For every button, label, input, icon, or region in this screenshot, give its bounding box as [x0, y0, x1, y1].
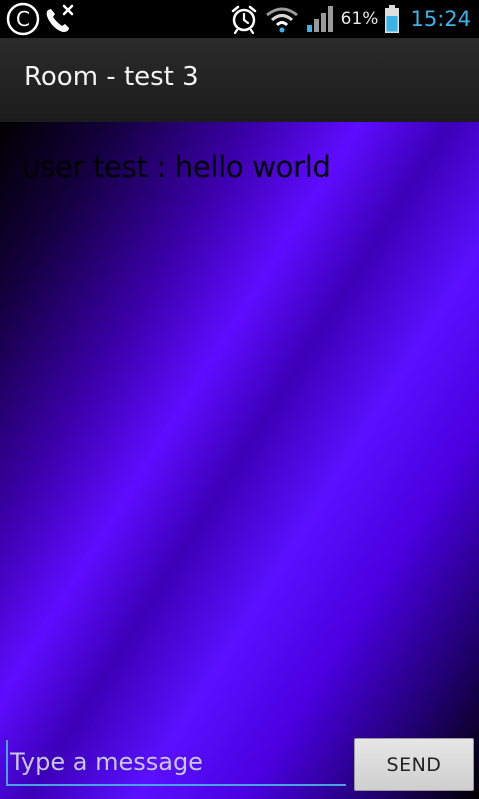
composer-bar: SEND	[0, 728, 479, 799]
c-circle-icon: C	[6, 2, 40, 36]
message-list: user test : hello world	[22, 150, 469, 184]
status-time: 15:24	[410, 7, 471, 31]
status-bar-notifications: C	[6, 2, 76, 36]
signal-icon	[305, 5, 335, 33]
page-title: Room - test 3	[24, 62, 199, 92]
action-bar: Room - test 3	[0, 38, 479, 123]
wifi-icon	[265, 5, 299, 33]
status-bar: C 61% 15:24	[0, 0, 479, 38]
svg-text:C: C	[16, 7, 30, 31]
missed-call-icon	[42, 2, 76, 36]
status-bar-system: 61% 15:24	[229, 0, 471, 38]
chat-message: user test : hello world	[22, 150, 331, 184]
message-input[interactable]	[6, 740, 346, 786]
battery-icon	[384, 4, 400, 34]
app-screen: C 61% 15:24 Room - test 3 user test: he…	[0, 0, 479, 799]
alarm-icon	[229, 4, 259, 34]
chat-area[interactable]: user test : hello world	[0, 122, 479, 799]
battery-percent: 61%	[340, 9, 379, 29]
send-button[interactable]: SEND	[354, 738, 474, 791]
